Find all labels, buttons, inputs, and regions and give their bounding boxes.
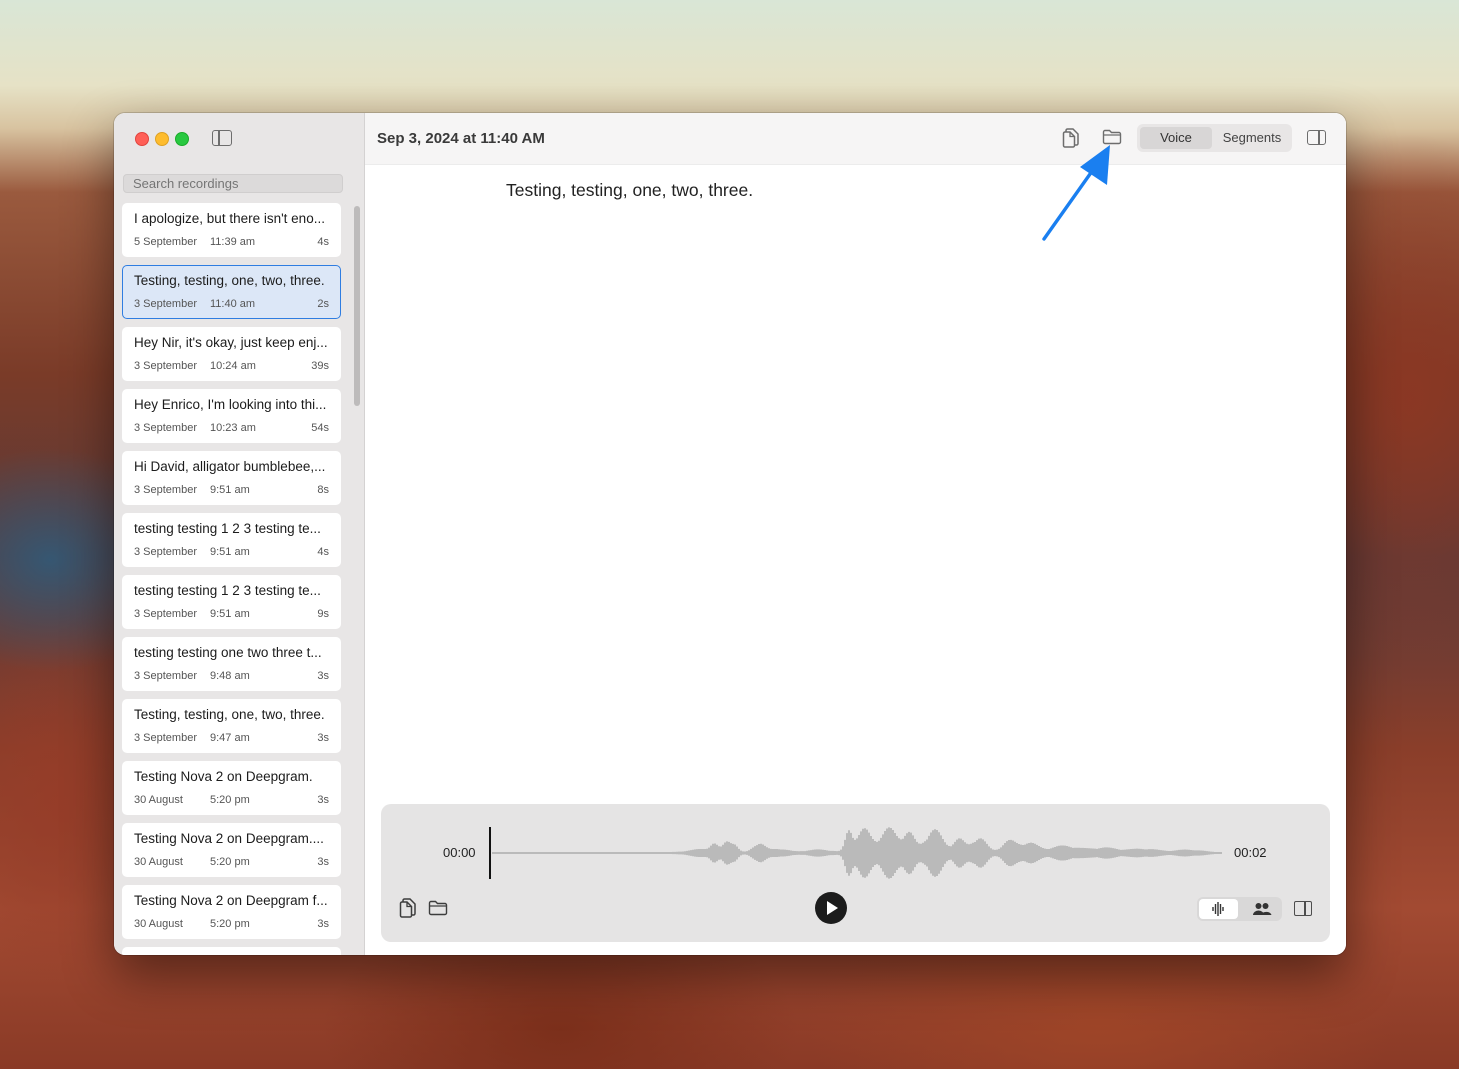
recording-title-text: testing testing 1 2 3 testing te... <box>134 521 321 536</box>
waveform[interactable] <box>489 826 1226 880</box>
view-segmented-control: Voice Segments <box>1137 124 1292 152</box>
tab-voice[interactable]: Voice <box>1140 127 1212 149</box>
current-time: 00:00 <box>443 845 476 860</box>
play-button[interactable] <box>815 892 847 924</box>
recording-duration: 2s <box>317 298 329 310</box>
tab-segments[interactable]: Segments <box>1215 127 1289 149</box>
recording-title-text: I apologize, but there isn't eno... <box>134 211 325 226</box>
inspector-panel-icon[interactable] <box>1294 901 1312 916</box>
audio-player: 00:00 00:02 <box>381 804 1330 942</box>
recording-date: 3 September <box>134 298 197 310</box>
annotation-arrow <box>1042 145 1110 241</box>
sidebar: I apologize, but there isn't eno... 5 Sep… <box>114 113 365 955</box>
recording-time: 5:20 pm <box>210 856 250 868</box>
recording-list-item[interactable]: Hey Nir, it's okay, just keep enj... 3 Se… <box>122 327 341 381</box>
recording-duration: 3s <box>317 670 329 682</box>
copy-documents-icon[interactable] <box>399 898 417 918</box>
people-icon[interactable] <box>1244 899 1280 919</box>
recording-title-text: testing testing 1 2 3 testing te... <box>134 583 321 598</box>
view-mode-control <box>1197 897 1282 921</box>
recording-date: 3 September <box>134 422 197 434</box>
recording-time: 5:20 pm <box>210 918 250 930</box>
recording-time: 10:24 am <box>210 360 256 372</box>
recording-time: 10:23 am <box>210 422 256 434</box>
sidebar-scrollbar[interactable] <box>354 206 360 406</box>
recording-title-text: Hi David, alligator bumblebee,... <box>134 459 326 474</box>
recording-time: 11:39 am <box>210 236 256 248</box>
minimize-window-button[interactable] <box>155 132 169 146</box>
recording-list-item[interactable]: Hey Enrico, I'm looking into thi... 3 Sep… <box>122 389 341 443</box>
sidebar-toggle-icon[interactable] <box>212 130 232 146</box>
recording-list-item[interactable]: Testing, testing, one, two, three. 3 Sept… <box>122 265 341 319</box>
recording-duration: 9s <box>317 608 329 620</box>
recording-title-text: Testing, testing, one, two, three. <box>134 707 325 722</box>
recording-date: 30 August <box>134 918 183 930</box>
recording-date: 3 September <box>134 608 197 620</box>
recording-time: 9:48 am <box>210 670 250 682</box>
recording-list-item[interactable]: Hi David, alligator bumblebee,... 3 Septe… <box>122 451 341 505</box>
recording-list-item[interactable]: testing testing one two three t... 3 Sept… <box>122 637 341 691</box>
recording-list-item[interactable]: Testing, testing, one, two, three. 3 Sept… <box>122 699 341 753</box>
recording-title-text: Testing Nova 2 on Deepgram.... <box>134 831 324 846</box>
toolbar: Sep 3, 2024 at 11:40 AM Voice Segments <box>365 113 1346 165</box>
recording-time: 11:40 am <box>210 298 256 310</box>
recording-title-text: Hey Nir, it's okay, just keep enj... <box>134 335 328 350</box>
recording-list-item[interactable]: Testing Nova 2 on Deepgram.... 30 August 5… <box>122 823 341 877</box>
folder-icon[interactable] <box>428 900 448 916</box>
recording-duration: 4s <box>317 546 329 558</box>
recording-date: 30 August <box>134 856 183 868</box>
waveform-icon[interactable] <box>1199 899 1238 919</box>
recording-date: 3 September <box>134 484 197 496</box>
recording-date: 30 August <box>134 794 183 806</box>
recording-time: 9:51 am <box>210 546 250 558</box>
recording-time: 9:51 am <box>210 484 250 496</box>
recording-duration: 39s <box>311 360 329 372</box>
recording-time: 9:47 am <box>210 732 250 744</box>
recording-title-text: Testing, testing, one, two, three. <box>134 273 325 288</box>
recording-date: 3 September <box>134 732 197 744</box>
recording-title-text: Hey Enrico, I'm looking into thi... <box>134 397 327 412</box>
recording-title: Sep 3, 2024 at 11:40 AM <box>377 130 545 147</box>
recording-title-text: testing testing one two three t... <box>134 645 322 660</box>
recording-title-text: Testing Nova 2 on Deepgram. <box>134 769 313 784</box>
recording-list-item[interactable] <box>122 947 341 955</box>
recording-title-text: Testing Nova 2 on Deepgram f... <box>134 893 328 908</box>
recording-list-item[interactable]: I apologize, but there isn't eno... 5 Sep… <box>122 203 341 257</box>
recording-time: 9:51 am <box>210 608 250 620</box>
recording-duration: 54s <box>311 422 329 434</box>
recording-time: 5:20 pm <box>210 794 250 806</box>
recording-list-item[interactable]: Testing Nova 2 on Deepgram f... 30 August… <box>122 885 341 939</box>
recording-list-item[interactable]: testing testing 1 2 3 testing te... 3 Sep… <box>122 513 341 567</box>
total-time: 00:02 <box>1234 845 1267 860</box>
recording-duration: 3s <box>317 732 329 744</box>
recording-duration: 3s <box>317 918 329 930</box>
recording-duration: 4s <box>317 236 329 248</box>
recordings-list: I apologize, but there isn't eno... 5 Sep… <box>122 203 341 955</box>
recording-duration: 8s <box>317 484 329 496</box>
search-input[interactable] <box>123 174 343 193</box>
recording-date: 3 September <box>134 670 197 682</box>
transcript-text: Testing, testing, one, two, three. <box>506 180 754 200</box>
recording-duration: 3s <box>317 794 329 806</box>
zoom-window-button[interactable] <box>175 132 189 146</box>
recording-duration: 3s <box>317 856 329 868</box>
recording-date: 3 September <box>134 360 197 372</box>
close-window-button[interactable] <box>135 132 149 146</box>
recording-list-item[interactable]: Testing Nova 2 on Deepgram. 30 August 5:20… <box>122 761 341 815</box>
inspector-panel-icon[interactable] <box>1307 130 1326 145</box>
recording-date: 3 September <box>134 546 197 558</box>
app-window: I apologize, but there isn't eno... 5 Sep… <box>114 113 1346 955</box>
recording-date: 5 September <box>134 236 197 248</box>
recording-list-item[interactable]: testing testing 1 2 3 testing te... 3 Sep… <box>122 575 341 629</box>
detail-pane: Sep 3, 2024 at 11:40 AM Voice Segments T… <box>365 113 1346 955</box>
